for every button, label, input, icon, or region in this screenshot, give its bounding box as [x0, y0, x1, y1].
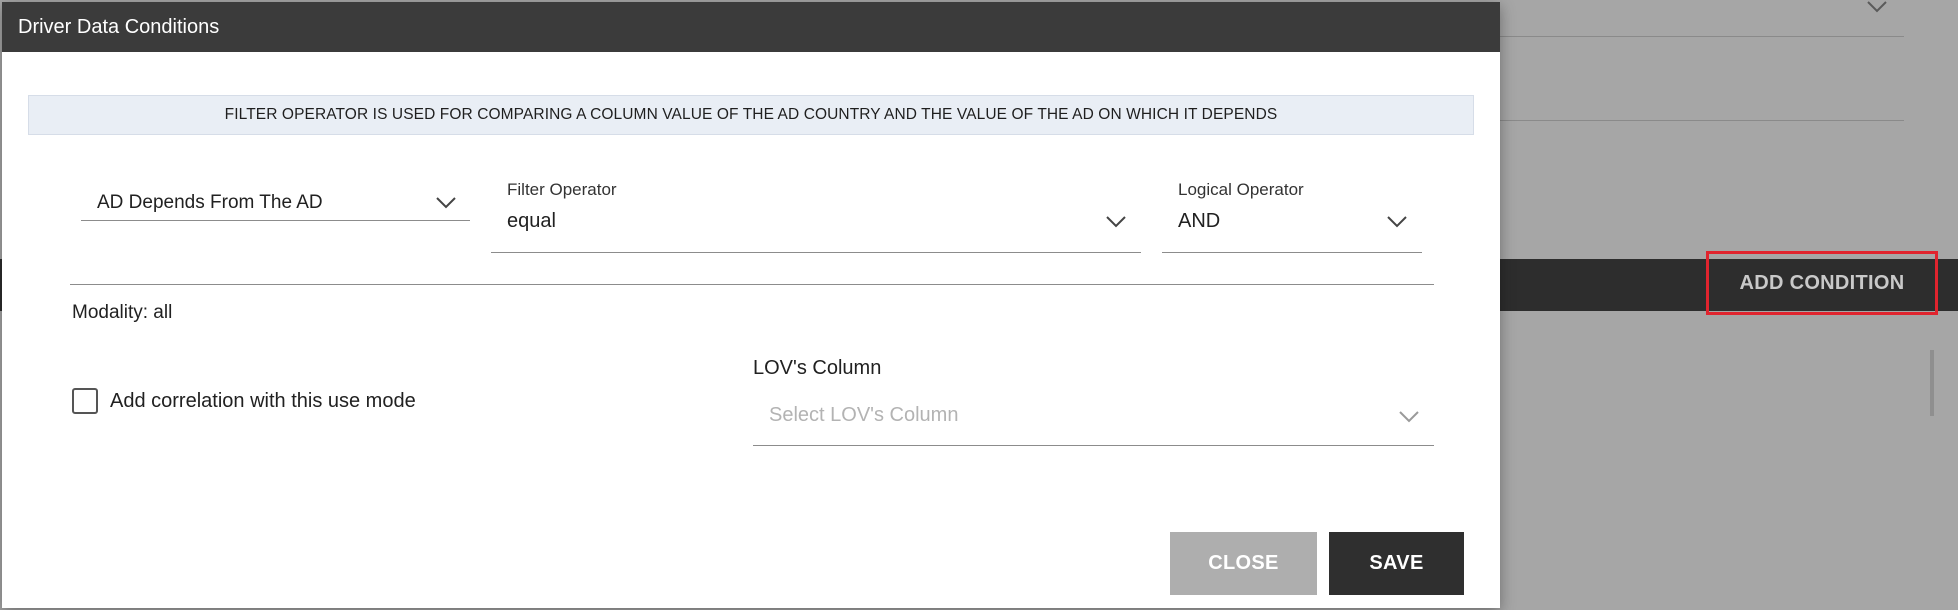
ad-depends-value: AD Depends From The AD [97, 192, 323, 213]
section-divider [70, 284, 1434, 285]
chevron-down-icon [436, 197, 456, 209]
scrollbar[interactable] [1930, 350, 1934, 416]
logical-operator-label: Logical Operator [1178, 180, 1304, 199]
chevron-down-icon [1106, 216, 1126, 228]
background-field-underline [1500, 36, 1904, 37]
logical-operator-select[interactable]: Logical Operator AND [1162, 172, 1422, 253]
ad-depends-select[interactable]: AD Depends From The AD [81, 182, 470, 221]
lov-column-label: LOV's Column [753, 357, 882, 379]
correlation-checkbox-row[interactable]: Add correlation with this use mode [72, 388, 416, 414]
filter-operator-select[interactable]: Filter Operator equal [491, 172, 1141, 253]
modality-text: Modality: all [72, 302, 173, 323]
save-button[interactable]: SAVE [1329, 532, 1464, 595]
filter-operator-value: equal [507, 210, 556, 232]
correlation-checkbox[interactable] [72, 388, 98, 414]
dialog-header: Driver Data Conditions [2, 2, 1500, 52]
dialog-title: Driver Data Conditions [18, 15, 220, 38]
logical-operator-value: AND [1178, 210, 1221, 232]
background-field-underline [1500, 120, 1904, 121]
filter-operator-label: Filter Operator [507, 180, 617, 199]
driver-data-conditions-dialog: Driver Data Conditions FILTER OPERATOR I… [2, 2, 1500, 608]
chevron-down-icon [1399, 411, 1419, 423]
chevron-down-icon [1387, 216, 1407, 228]
lov-column-select[interactable]: Select LOV's Column [753, 392, 1434, 446]
info-banner-text: FILTER OPERATOR IS USED FOR COMPARING A … [224, 106, 1278, 123]
chevron-down-icon [1867, 1, 1887, 13]
correlation-checkbox-label: Add correlation with this use mode [110, 389, 416, 412]
close-button[interactable]: CLOSE [1170, 532, 1317, 595]
info-banner: FILTER OPERATOR IS USED FOR COMPARING A … [28, 95, 1474, 135]
lov-column-placeholder: Select LOV's Column [769, 404, 959, 426]
add-condition-button[interactable]: ADD CONDITION [1706, 251, 1938, 315]
